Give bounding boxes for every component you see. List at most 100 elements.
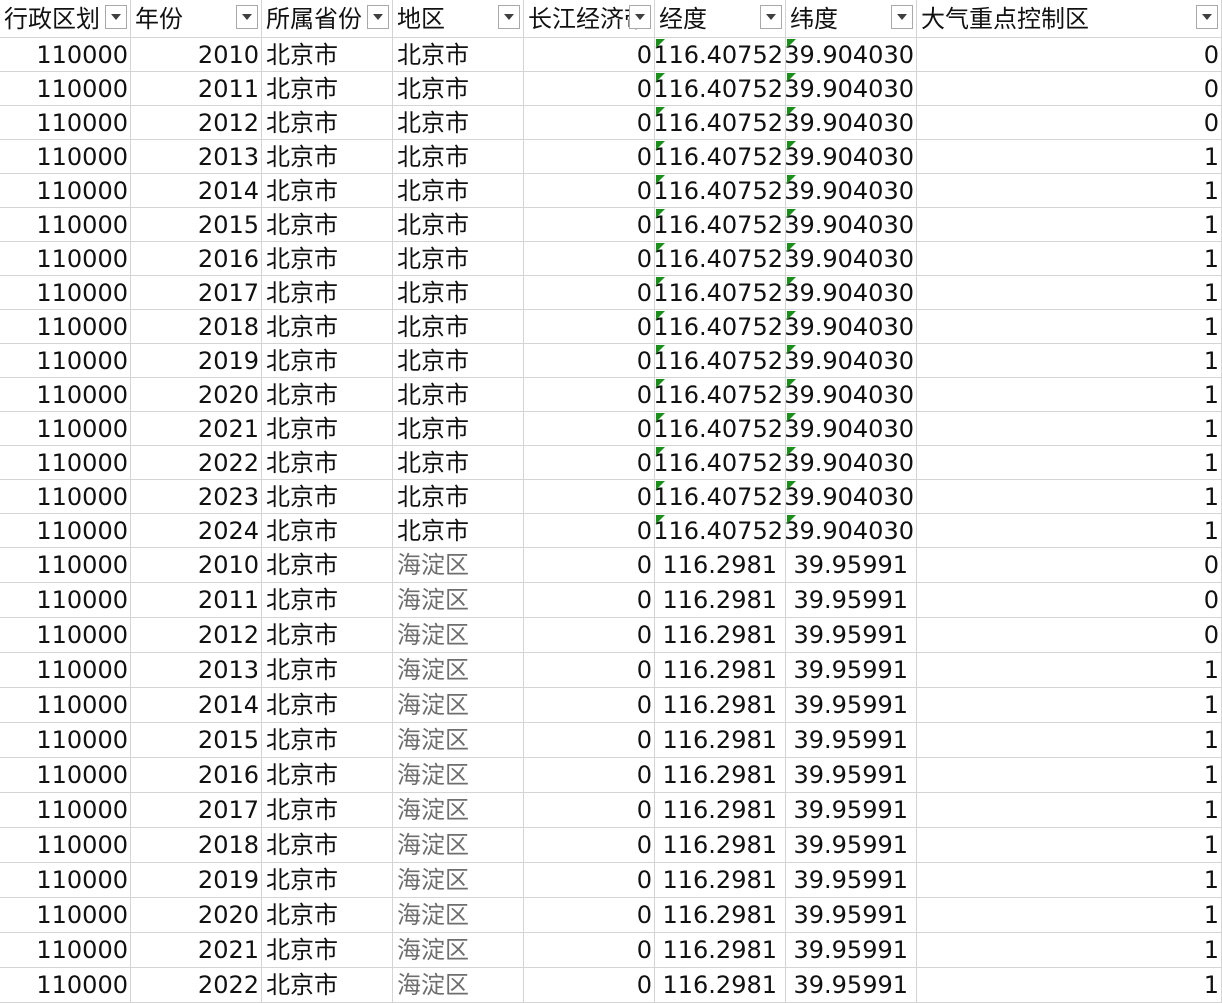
cell-year[interactable]: 2018 — [131, 828, 262, 863]
cell-yangtze[interactable]: 0 — [524, 242, 655, 276]
cell-air[interactable]: 1 — [917, 758, 1222, 793]
cell-yangtze[interactable]: 0 — [524, 174, 655, 208]
cell-code[interactable]: 110000 — [0, 38, 131, 72]
cell-code[interactable]: 110000 — [0, 653, 131, 688]
cell-air[interactable]: 1 — [917, 140, 1222, 174]
cell-lng[interactable]: 116.40752 — [655, 378, 786, 412]
cell-lat[interactable]: 39.904030 — [786, 38, 917, 72]
cell-province[interactable]: 北京市 — [262, 723, 393, 758]
cell-air[interactable]: 0 — [917, 38, 1222, 72]
cell-district[interactable]: 海淀区 — [393, 653, 524, 688]
cell-lng[interactable]: 116.40752 — [655, 514, 786, 548]
cell-lat[interactable]: 39.95991 — [786, 898, 917, 933]
cell-air[interactable]: 1 — [917, 863, 1222, 898]
cell-air[interactable]: 1 — [917, 208, 1222, 242]
cell-lat[interactable]: 39.904030 — [786, 480, 917, 514]
cell-province[interactable]: 北京市 — [262, 758, 393, 793]
cell-code[interactable]: 110000 — [0, 758, 131, 793]
cell-lng[interactable]: 116.40752 — [655, 446, 786, 480]
cell-province[interactable]: 北京市 — [262, 276, 393, 310]
cell-lat[interactable]: 39.95991 — [786, 653, 917, 688]
cell-lng[interactable]: 116.2981 — [655, 548, 786, 583]
cell-province[interactable]: 北京市 — [262, 38, 393, 72]
cell-year[interactable]: 2012 — [131, 106, 262, 140]
cell-air[interactable]: 1 — [917, 412, 1222, 446]
cell-province[interactable]: 北京市 — [262, 208, 393, 242]
cell-air[interactable]: 1 — [917, 480, 1222, 514]
cell-year[interactable]: 2013 — [131, 140, 262, 174]
cell-district[interactable]: 北京市 — [393, 72, 524, 106]
cell-year[interactable]: 2022 — [131, 446, 262, 480]
cell-code[interactable]: 110000 — [0, 276, 131, 310]
cell-air[interactable]: 1 — [917, 968, 1222, 1003]
header-cell-lat[interactable]: 纬度 — [786, 0, 917, 38]
cell-air[interactable]: 1 — [917, 242, 1222, 276]
cell-code[interactable]: 110000 — [0, 968, 131, 1003]
cell-yangtze[interactable]: 0 — [524, 933, 655, 968]
cell-year[interactable]: 2010 — [131, 548, 262, 583]
cell-lng[interactable]: 116.2981 — [655, 968, 786, 1003]
cell-year[interactable]: 2014 — [131, 688, 262, 723]
cell-lng[interactable]: 116.2981 — [655, 898, 786, 933]
cell-code[interactable]: 110000 — [0, 174, 131, 208]
cell-lng[interactable]: 116.40752 — [655, 140, 786, 174]
cell-lat[interactable]: 39.95991 — [786, 688, 917, 723]
header-cell-lng[interactable]: 经度 — [655, 0, 786, 38]
cell-lng[interactable]: 116.2981 — [655, 723, 786, 758]
filter-dropdown-icon[interactable] — [1196, 5, 1218, 29]
cell-yangtze[interactable]: 0 — [524, 653, 655, 688]
cell-code[interactable]: 110000 — [0, 242, 131, 276]
cell-province[interactable]: 北京市 — [262, 898, 393, 933]
cell-year[interactable]: 2010 — [131, 38, 262, 72]
cell-air[interactable]: 1 — [917, 310, 1222, 344]
cell-district[interactable]: 海淀区 — [393, 968, 524, 1003]
cell-air[interactable]: 1 — [917, 828, 1222, 863]
cell-yangtze[interactable]: 0 — [524, 276, 655, 310]
cell-code[interactable]: 110000 — [0, 863, 131, 898]
cell-yangtze[interactable]: 0 — [524, 828, 655, 863]
cell-code[interactable]: 110000 — [0, 548, 131, 583]
cell-air[interactable]: 1 — [917, 933, 1222, 968]
cell-year[interactable]: 2012 — [131, 618, 262, 653]
cell-lng[interactable]: 116.2981 — [655, 863, 786, 898]
cell-province[interactable]: 北京市 — [262, 344, 393, 378]
cell-air[interactable]: 0 — [917, 106, 1222, 140]
cell-air[interactable]: 1 — [917, 688, 1222, 723]
filter-dropdown-icon[interactable] — [498, 5, 520, 29]
cell-province[interactable]: 北京市 — [262, 968, 393, 1003]
cell-air[interactable]: 1 — [917, 344, 1222, 378]
cell-code[interactable]: 110000 — [0, 378, 131, 412]
cell-year[interactable]: 2018 — [131, 310, 262, 344]
cell-yangtze[interactable]: 0 — [524, 548, 655, 583]
cell-province[interactable]: 北京市 — [262, 446, 393, 480]
cell-district[interactable]: 北京市 — [393, 446, 524, 480]
cell-code[interactable]: 110000 — [0, 688, 131, 723]
cell-lat[interactable]: 39.904030 — [786, 514, 917, 548]
cell-province[interactable]: 北京市 — [262, 106, 393, 140]
header-cell-province[interactable]: 所属省份 — [262, 0, 393, 38]
filter-dropdown-icon[interactable] — [236, 5, 258, 29]
header-cell-air[interactable]: 大气重点控制区 — [917, 0, 1222, 38]
cell-district[interactable]: 海淀区 — [393, 723, 524, 758]
cell-lng[interactable]: 116.40752 — [655, 276, 786, 310]
cell-lng[interactable]: 116.2981 — [655, 653, 786, 688]
filter-dropdown-icon[interactable] — [105, 5, 127, 29]
cell-code[interactable]: 110000 — [0, 583, 131, 618]
cell-lat[interactable]: 39.904030 — [786, 72, 917, 106]
cell-province[interactable]: 北京市 — [262, 653, 393, 688]
cell-code[interactable]: 110000 — [0, 480, 131, 514]
cell-lat[interactable]: 39.95991 — [786, 618, 917, 653]
cell-yangtze[interactable]: 0 — [524, 688, 655, 723]
cell-province[interactable]: 北京市 — [262, 863, 393, 898]
cell-yangtze[interactable]: 0 — [524, 583, 655, 618]
cell-district[interactable]: 海淀区 — [393, 933, 524, 968]
cell-air[interactable]: 1 — [917, 653, 1222, 688]
filter-dropdown-icon[interactable] — [367, 5, 389, 29]
cell-code[interactable]: 110000 — [0, 106, 131, 140]
cell-district[interactable]: 北京市 — [393, 480, 524, 514]
cell-code[interactable]: 110000 — [0, 793, 131, 828]
cell-year[interactable]: 2019 — [131, 344, 262, 378]
cell-lat[interactable]: 39.904030 — [786, 174, 917, 208]
cell-province[interactable]: 北京市 — [262, 583, 393, 618]
cell-yangtze[interactable]: 0 — [524, 898, 655, 933]
